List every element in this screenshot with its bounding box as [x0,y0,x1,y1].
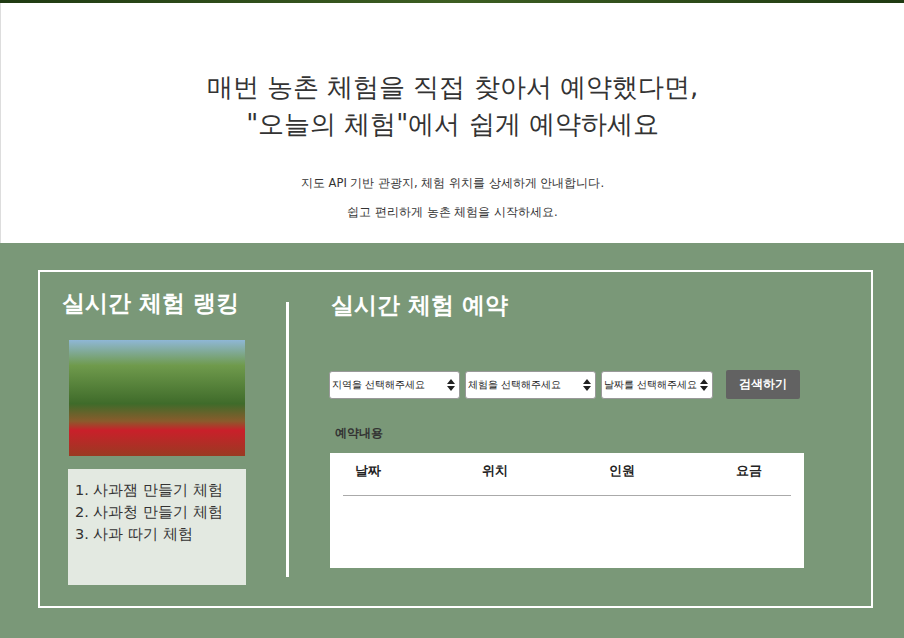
main-section: 실시간 체험 랭킹 1. 사과잼 만들기 체험2. 사과청 만들기 체험3. 사과… [0,243,904,638]
select-dropdown[interactable]: 날짜를 선택해주세요 [601,371,713,399]
hero-title: 매번 농촌 체험을 직접 찾아서 예약했다면, [1,69,904,106]
ranking-item[interactable]: 3. 사과 따기 체험 [75,523,239,545]
hero-title: "오늘의 체험"에서 쉽게 예약하세요 [1,106,904,143]
reservation-table: 날짜위치인원요금 [330,453,804,568]
column-header: 요금 [736,461,816,481]
column-header: 위치 [482,461,609,481]
select-dropdown[interactable]: 지역을 선택해주세요 [329,371,460,399]
hero: 매번 농촌 체험을 직접 찾아서 예약했다면,"오늘의 체험"에서 쉽게 예약하… [0,3,904,243]
reservation-panel: 실시간 체험 예약지역을 선택해주세요 체험을 선택해주세요 날짜를 선택해주세요 검… [289,272,871,606]
updown-arrow-icon [583,379,591,391]
ranking-title: 실시간 체험 랭킹 [62,286,286,320]
ranking-list: 1. 사과잼 만들기 체험2. 사과청 만들기 체험3. 사과 따기 체험 [68,469,246,585]
search-bar: 지역을 선택해주세요 체험을 선택해주세요 날짜를 선택해주세요 검색하기 [329,370,871,399]
column-header: 날짜 [355,461,482,481]
divider [286,302,289,577]
reservation-label: 예약내용 [335,425,871,441]
select-placeholder: 날짜를 선택해주세요 [604,378,700,392]
ranking-item[interactable]: 1. 사과잼 만들기 체험 [75,479,239,501]
search-button[interactable]: 검색하기 [726,370,800,399]
ranking-photo [69,340,245,456]
updown-arrow-icon [447,379,455,391]
reservation-title: 실시간 체험 예약 [331,288,871,322]
hero-subtitle: 쉽고 편리하게 농촌 체험을 시작하세요. [1,204,904,220]
column-header: 인원 [609,461,736,481]
table-header: 날짜위치인원요금 [343,461,791,496]
select-dropdown[interactable]: 체험을 선택해주세요 [465,371,596,399]
select-placeholder: 체험을 선택해주세요 [468,378,583,392]
content-box: 실시간 체험 랭킹 1. 사과잼 만들기 체험2. 사과청 만들기 체험3. 사과… [38,270,873,608]
updown-arrow-icon [700,379,708,391]
select-placeholder: 지역을 선택해주세요 [332,378,447,392]
ranking-item[interactable]: 2. 사과청 만들기 체험 [75,501,239,523]
ranking-panel: 실시간 체험 랭킹 1. 사과잼 만들기 체험2. 사과청 만들기 체험3. 사과… [40,272,286,606]
hero-subtitle: 지도 API 기반 관광지, 체험 위치를 상세하게 안내합니다. [1,175,904,191]
